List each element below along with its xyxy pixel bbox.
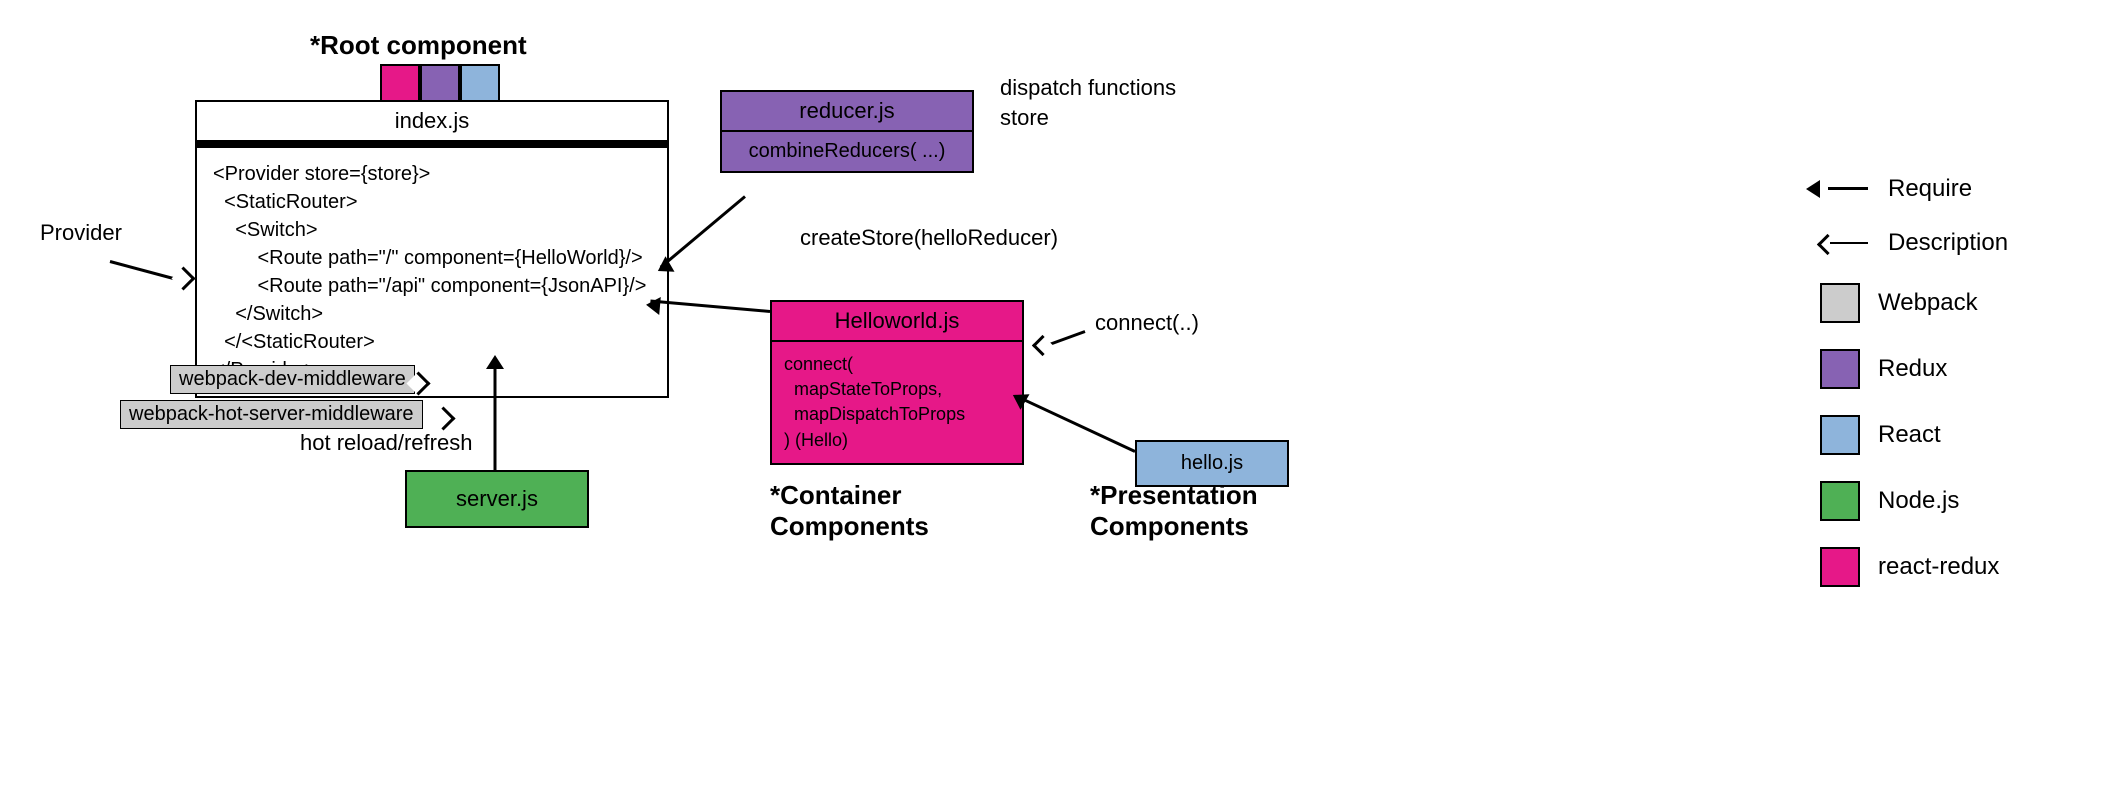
index-box-code: <Provider store={store}> <StaticRouter> … [197, 148, 667, 396]
annotation-dispatch-functions: dispatch functions [1000, 75, 1176, 101]
index-box-title: index.js [197, 102, 667, 142]
swatch-webpack [1820, 283, 1860, 323]
legend-react: React [1820, 415, 2008, 455]
reducer-box-body: combineReducers( ...) [722, 132, 972, 171]
reducer-box: reducer.js combineReducers( ...) [720, 90, 974, 173]
arrow-open-icon [1817, 234, 1838, 255]
legend-redux-label: Redux [1878, 355, 1947, 383]
arrow-open-head-icon [171, 266, 195, 290]
legend-react-label: React [1878, 421, 1941, 449]
legend-react-redux: react-redux [1820, 547, 2008, 587]
legend-node-label: Node.js [1878, 487, 1959, 515]
legend-webpack: Webpack [1820, 283, 2008, 323]
legend-node: Node.js [1820, 481, 2008, 521]
legend-description-label: Description [1888, 229, 2008, 257]
legend-webpack-label: Webpack [1878, 289, 1978, 317]
legend: Require Description Webpack Redux React … [1820, 175, 2008, 613]
index-box: index.js <Provider store={store}> <Stati… [195, 100, 669, 398]
legend-require-label: Require [1888, 175, 1972, 203]
heading-presentation-components: *Presentation Components [1090, 480, 1258, 542]
reducer-box-title: reducer.js [722, 92, 972, 132]
helloworld-container-box: Helloworld.js connect( mapStateToProps, … [770, 300, 1024, 465]
swatch-react [1820, 415, 1860, 455]
annotation-store: store [1000, 105, 1049, 131]
pill-webpack-hot-server-middleware: webpack-hot-server-middleware [120, 400, 423, 429]
annotation-createstore: createStore(helloReducer) [800, 225, 1058, 251]
arrow-solid-icon [1806, 180, 1820, 198]
server-box: server.js [405, 470, 589, 528]
helloworld-container-title: Helloworld.js [772, 302, 1022, 342]
heading-container-components: *Container Components [770, 480, 929, 542]
legend-redux: Redux [1820, 349, 2008, 389]
hello-presentation-title: hello.js [1181, 452, 1243, 474]
tag-redux [420, 64, 460, 104]
swatch-node [1820, 481, 1860, 521]
server-box-title: server.js [456, 486, 538, 511]
annotation-connect: connect(..) [1095, 310, 1199, 336]
tag-react [460, 64, 500, 104]
pill-webpack-dev-middleware: webpack-dev-middleware [170, 365, 415, 394]
tag-react-redux [380, 64, 420, 104]
index-color-tags [380, 64, 500, 104]
arrow-open-head-icon [1032, 335, 1053, 356]
heading-root-component: *Root component [310, 30, 527, 61]
swatch-react-redux [1820, 547, 1860, 587]
legend-description: Description [1820, 229, 2008, 257]
helloworld-container-body: connect( mapStateToProps, mapDispatchToP… [772, 342, 1022, 463]
annotation-hot-reload: hot reload/refresh [300, 430, 472, 456]
arrow-open-head-icon [431, 406, 455, 430]
legend-require: Require [1820, 175, 2008, 203]
annotation-provider: Provider [40, 220, 122, 246]
legend-react-redux-label: react-redux [1878, 553, 1999, 581]
swatch-redux [1820, 349, 1860, 389]
